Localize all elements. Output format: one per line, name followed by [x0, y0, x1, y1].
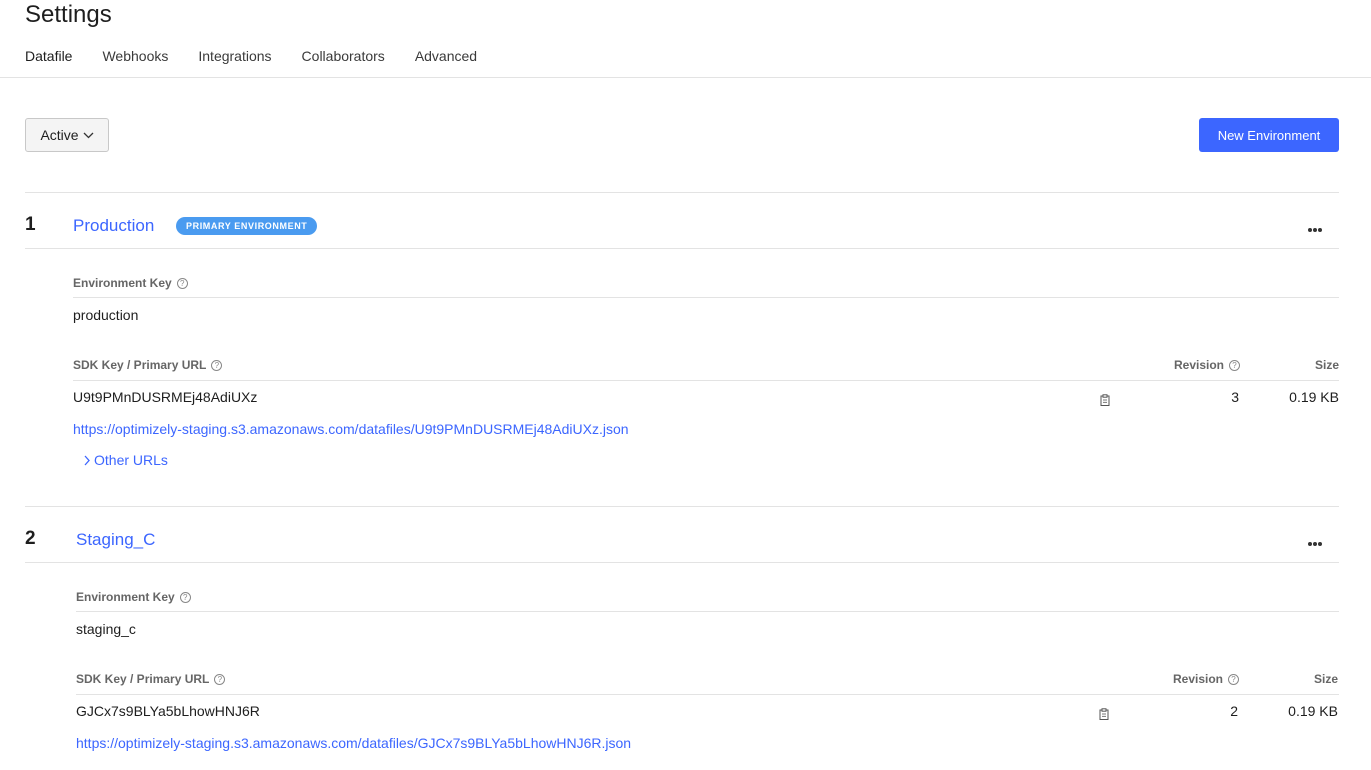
help-icon[interactable]: ? — [1229, 359, 1241, 371]
more-options-button[interactable] — [1303, 537, 1327, 551]
other-urls-toggle[interactable]: Other URLs — [83, 452, 168, 468]
more-dot — [1318, 228, 1322, 232]
size-label: Size — [1315, 358, 1339, 372]
environment-key-label-text: Environment Key — [73, 276, 172, 290]
environment-number: 1 — [25, 214, 36, 235]
size-value: 0.19 KB — [1288, 703, 1338, 719]
environment-header-divider — [25, 562, 1339, 563]
status-filter-dropdown[interactable]: Active — [25, 118, 109, 152]
environment-header-divider — [25, 248, 1339, 249]
environment-number: 2 — [25, 528, 36, 549]
field-divider — [73, 380, 1339, 381]
primary-environment-badge: PRIMARY ENVIRONMENT — [176, 217, 318, 235]
settings-tabs: Datafile Webhooks Integrations Collabora… — [10, 38, 492, 78]
primary-url-link[interactable]: https://optimizely-staging.s3.amazonaws.… — [76, 735, 631, 751]
new-environment-button[interactable]: New Environment — [1199, 118, 1339, 152]
page-title: Settings — [25, 1, 112, 28]
revision-label-text: Revision — [1174, 358, 1225, 372]
size-label-text: Size — [1314, 672, 1339, 686]
environment-key-value: staging_c — [76, 621, 136, 637]
tab-advanced[interactable]: Advanced — [400, 38, 492, 78]
help-icon[interactable]: ? — [211, 359, 223, 371]
tabs-divider — [0, 77, 1371, 78]
sdk-key-label-text: SDK Key / Primary URL — [73, 358, 207, 372]
revision-label: Revision ? — [1174, 358, 1241, 372]
revision-value: 2 — [1230, 703, 1238, 719]
field-divider — [73, 297, 1339, 298]
revision-label-text: Revision — [1173, 672, 1224, 686]
environment-divider — [25, 506, 1339, 507]
status-filter-label: Active — [40, 127, 79, 143]
chevron-right-icon — [84, 455, 90, 465]
environment-key-label: Environment Key ? — [73, 276, 188, 290]
tab-webhooks[interactable]: Webhooks — [87, 38, 183, 78]
field-divider — [76, 694, 1339, 695]
help-icon[interactable]: ? — [1228, 673, 1240, 685]
sdk-key-value: GJCx7s9BLYa5bLhowHNJ6R — [76, 703, 260, 719]
clipboard-icon[interactable] — [1100, 394, 1110, 406]
revision-value: 3 — [1231, 389, 1239, 405]
more-horizontal-icon — [1308, 228, 1312, 232]
tab-integrations[interactable]: Integrations — [183, 38, 286, 78]
chevron-down-icon — [83, 132, 94, 138]
environment-key-label: Environment Key ? — [76, 590, 191, 604]
environment-key-value: production — [73, 307, 139, 323]
sdk-key-label: SDK Key / Primary URL ? — [73, 358, 223, 372]
clipboard-icon[interactable] — [1099, 708, 1109, 720]
sdk-key-label-text: SDK Key / Primary URL — [76, 672, 210, 686]
size-label-text: Size — [1315, 358, 1340, 372]
sdk-key-label: SDK Key / Primary URL ? — [76, 672, 226, 686]
environment-key-label-text: Environment Key — [76, 590, 175, 604]
list-top-divider — [25, 192, 1339, 193]
tab-datafile[interactable]: Datafile — [10, 38, 88, 78]
revision-label: Revision ? — [1173, 672, 1240, 686]
field-divider — [76, 611, 1339, 612]
more-horizontal-icon — [1308, 542, 1312, 546]
environment-name-link[interactable]: Staging_C — [76, 530, 155, 550]
more-options-button[interactable] — [1303, 223, 1327, 237]
size-label: Size — [1314, 672, 1338, 686]
more-dot — [1318, 542, 1322, 546]
primary-url-link[interactable]: https://optimizely-staging.s3.amazonaws.… — [73, 421, 629, 437]
help-icon[interactable]: ? — [214, 673, 226, 685]
size-value: 0.19 KB — [1289, 389, 1339, 405]
environment-name-link[interactable]: Production — [73, 216, 154, 236]
other-urls-label: Other URLs — [94, 452, 168, 468]
more-dot — [1313, 228, 1317, 232]
tab-collaborators[interactable]: Collaborators — [287, 38, 400, 78]
help-icon[interactable]: ? — [176, 277, 188, 289]
sdk-key-value: U9t9PMnDUSRMEj48AdiUXz — [73, 389, 258, 405]
more-dot — [1313, 542, 1317, 546]
help-icon[interactable]: ? — [179, 591, 191, 603]
